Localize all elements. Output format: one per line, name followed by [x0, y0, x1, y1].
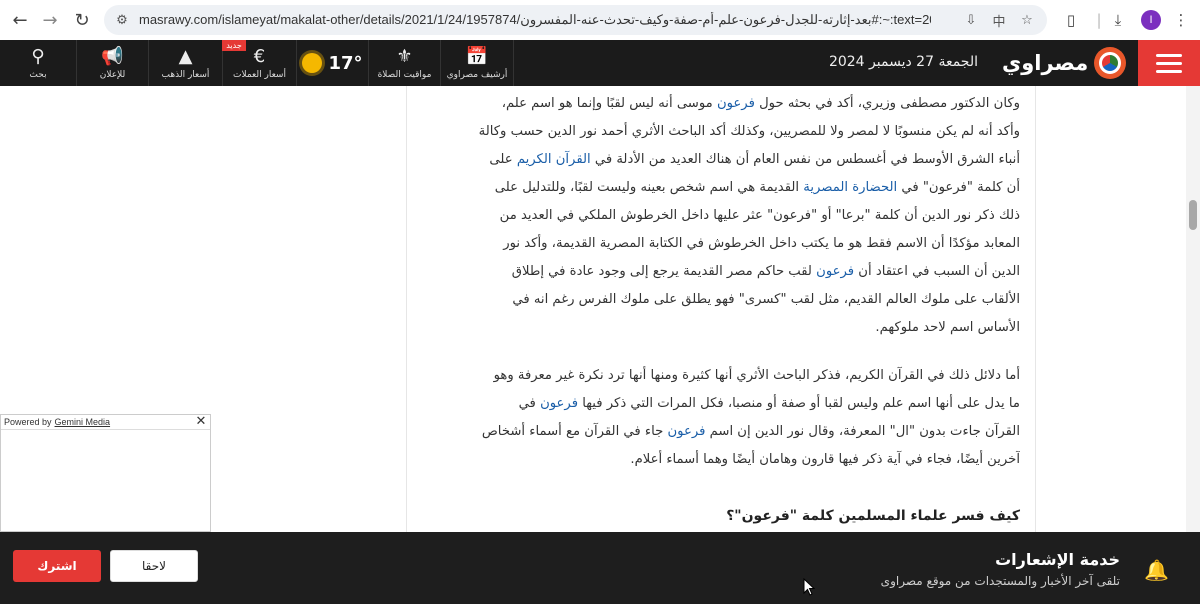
article-line: الدين أن السبب في اعتقاد أن فرعون لقب حا…: [450, 258, 1020, 286]
translate-icon[interactable]: 中: [990, 11, 1008, 30]
article-text: القديمة هي اسم شخص بعينه وليست لقبًا، ول…: [494, 180, 804, 195]
currency-icon: €: [253, 45, 266, 67]
article-tag-link[interactable]: فرعون: [540, 396, 578, 411]
article-line: الأساس اسم لاحد ملوكهم.: [450, 314, 1020, 342]
new-badge: جديد: [222, 40, 246, 51]
article-text: الدين أن السبب في اعتقاد أن: [854, 264, 1020, 279]
article-line: وكان الدكتور مصطفى وزيري، أكد في بحثه حو…: [450, 90, 1020, 118]
gemini-powered-by: Powered by Gemini Media: [1, 415, 210, 430]
header-item-label: مواقيت الصلاة: [377, 69, 432, 80]
article-line: القرآن جاءت بدون "ال" المعرفة، وقال نور …: [450, 418, 1020, 446]
article-text: المعابد مؤكدًا أن الاسم فقط هو ما يكتب د…: [503, 236, 1020, 251]
mosque-icon: ⚜: [396, 45, 413, 67]
article-text: جاء في القرآن مع أسماء أشخاص: [481, 424, 668, 439]
article-text: ذلك ذكر نور الدين أن كلمة "برعا" أو "فرع…: [499, 208, 1020, 223]
header-date: الجمعة 27 ديسمبر 2024: [828, 54, 978, 70]
article-text: أن كلمة "فرعون" في: [897, 180, 1020, 195]
downloads-icon[interactable]: ⤓: [1107, 9, 1129, 31]
article-text: القرآن جاءت بدون "ال" المعرفة، وقال نور …: [705, 424, 1020, 439]
article-line: ما يدل على أنها اسم علم وليس لقبا أو صفة…: [450, 390, 1020, 418]
article-line: المعابد مؤكدًا أن الاسم فقط هو ما يكتب د…: [450, 230, 1020, 258]
browser-toolbar: ← → ↻ ⚙ masrawy.com/islameyat/makalat-ot…: [0, 0, 1200, 40]
subscribe-button[interactable]: اشترك: [13, 550, 101, 582]
site-info-icon[interactable]: ⚙: [113, 11, 131, 29]
header-item-prayer[interactable]: ⚜ مواقيت الصلاة: [368, 40, 440, 86]
forward-icon[interactable]: →: [36, 6, 64, 34]
header-item-gold[interactable]: ▲ أسعار الذهب: [148, 40, 222, 86]
gemini-media-link[interactable]: Gemini Media: [55, 417, 111, 427]
article-text: الأساس اسم لاحد ملوكهم.: [875, 320, 1020, 335]
hamburger-menu-icon[interactable]: [1138, 40, 1200, 86]
article-line: أن كلمة "فرعون" في الحضارة المصرية القدي…: [450, 174, 1020, 202]
header-item-advertise[interactable]: 📢 للإعلان: [76, 40, 148, 86]
article-line: ذلك ذكر نور الدين أن كلمة "برعا" أو "فرع…: [450, 202, 1020, 230]
close-icon[interactable]: ✕: [194, 415, 208, 429]
article-tag-link[interactable]: الحضارة المصرية: [803, 180, 897, 195]
header-item-label: للإعلان: [99, 69, 126, 80]
site-logo[interactable]: مصراوي: [1002, 46, 1126, 80]
article-subheading: كيف فسر علماء المسلمين كلمة "فرعون"؟: [726, 508, 1020, 524]
article-text: أما دلائل ذلك في القرآن الكريم، فذكر الب…: [493, 368, 1020, 383]
later-button[interactable]: لاحقا: [110, 550, 198, 582]
url-text[interactable]: masrawy.com/islameyat/makalat-other/deta…: [139, 12, 931, 28]
back-icon[interactable]: ←: [6, 6, 34, 34]
header-item-archive[interactable]: 📅 أرشيف مصراوي: [440, 40, 514, 86]
extensions-icon[interactable]: ▯: [1060, 9, 1082, 31]
article-text: وكان الدكتور مصطفى وزيري، أكد في بحثه حو…: [754, 96, 1020, 111]
gemini-media-widget: Powered by Gemini Media ✕: [0, 414, 211, 532]
article-text: آخرين أيضًا، فجاء في آية ذكر فيها قارون …: [630, 452, 1020, 467]
article-tag-link[interactable]: القرآن الكريم: [517, 152, 591, 167]
mouse-cursor-icon: [803, 578, 815, 596]
article-paragraph: وكان الدكتور مصطفى وزيري، أكد في بحثه حو…: [450, 90, 1020, 342]
article-tag-link[interactable]: فرعون: [717, 96, 755, 111]
menu-kebab-icon[interactable]: ⋮: [1170, 9, 1192, 31]
header-item-label: أسعار العملات: [233, 69, 286, 80]
gold-icon: ▲: [178, 45, 193, 67]
site-header: ⚲ بحث 📢 للإعلان ▲ أسعار الذهب € أسعار ال…: [0, 40, 1200, 86]
logo-text: مصراوي: [1002, 51, 1089, 75]
header-item-search[interactable]: ⚲ بحث: [0, 40, 76, 86]
header-item-label: أسعار الذهب: [161, 69, 210, 80]
logo-mark-icon: [1094, 47, 1126, 79]
article-paragraph: أما دلائل ذلك في القرآن الكريم، فذكر الب…: [450, 362, 1020, 474]
article-tag-link[interactable]: فرعون: [816, 264, 854, 279]
notification-title: خدمة الإشعارات: [995, 550, 1120, 569]
bell-icon: 🔔: [1144, 558, 1169, 582]
scrollbar-thumb[interactable]: [1189, 200, 1197, 230]
article-line: وأكد أنه لم يكن منسوبًا لا لمصر ولا للمص…: [450, 118, 1020, 146]
search-icon: ⚲: [31, 45, 45, 67]
bookmark-star-icon[interactable]: ☆: [1018, 11, 1036, 29]
reload-icon[interactable]: ↻: [68, 6, 96, 34]
article-line: الألقاب على ملوك العالم القديم، مثل لقب …: [450, 286, 1020, 314]
powered-by-text: Powered by: [4, 417, 52, 427]
weather-widget[interactable]: 17°: [296, 40, 368, 86]
article-tag-link[interactable]: فرعون: [667, 424, 705, 439]
article-text: ما يدل على أنها اسم علم وليس لقبا أو صفة…: [578, 396, 1020, 411]
article-text: وأكد أنه لم يكن منسوبًا لا لمصر ولا للمص…: [478, 124, 1020, 139]
article-text: الألقاب على ملوك العالم القديم، مثل لقب …: [512, 292, 1020, 307]
article-line: أنباء الشرق الأوسط في أغسطس من نفس العام…: [450, 146, 1020, 174]
install-icon[interactable]: ⇩: [962, 11, 980, 29]
calendar-icon: 📅: [465, 45, 489, 67]
article-text: على: [489, 152, 517, 167]
article-text: في: [518, 396, 541, 411]
header-item-label: أرشيف مصراوي: [446, 69, 508, 80]
address-bar[interactable]: ⚙ masrawy.com/islameyat/makalat-other/de…: [104, 5, 1047, 35]
article-text: لقب حاكم مصر القديمة يرجع إلى وجود عادة …: [511, 264, 817, 279]
page-scrollbar[interactable]: [1186, 86, 1200, 532]
temperature: 17°: [328, 52, 363, 74]
header-item-label: بحث: [29, 69, 47, 80]
megaphone-icon: 📢: [101, 45, 124, 67]
article-text: موسى أنه ليس لقبًا وإنما هو اسم علم،: [501, 96, 717, 111]
profile-avatar[interactable]: I: [1141, 10, 1161, 30]
notification-prompt: اشترك لاحقا خدمة الإشعارات تلقى آخر الأخ…: [0, 532, 1200, 604]
article-text: أنباء الشرق الأوسط في أغسطس من نفس العام…: [590, 152, 1020, 167]
article-line: آخرين أيضًا، فجاء في آية ذكر فيها قارون …: [450, 446, 1020, 474]
notification-subtitle: تلقى آخر الأخبار والمستجدات من موقع مصرا…: [880, 574, 1120, 588]
article-line: أما دلائل ذلك في القرآن الكريم، فذكر الب…: [450, 362, 1020, 390]
sun-icon: [302, 53, 323, 73]
